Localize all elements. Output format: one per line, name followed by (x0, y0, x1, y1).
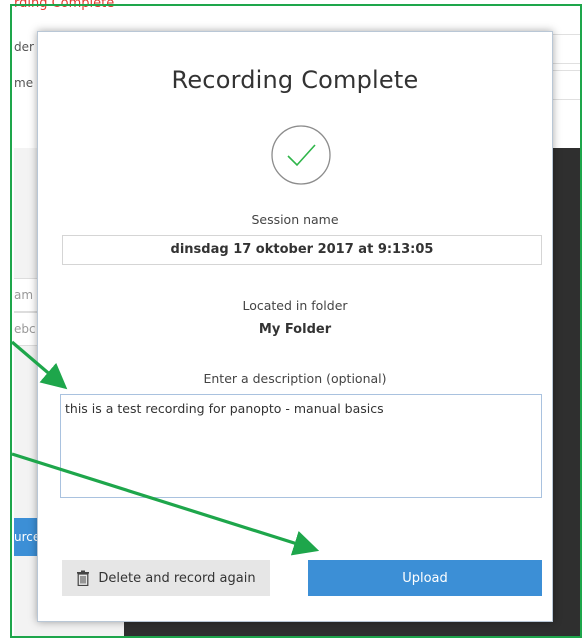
folder-name: My Folder (258, 322, 332, 337)
background-window-title: rding Complete (14, 0, 115, 11)
dialog-title: Recording Complete (171, 66, 419, 94)
description-input[interactable] (60, 394, 542, 498)
description-label: Enter a description (optional) (203, 371, 387, 386)
recording-complete-dialog: Recording Complete Session name dinsdag … (37, 31, 553, 622)
checkmark-circle-icon (271, 125, 331, 185)
folder-label: Located in folder (242, 298, 348, 313)
delete-button-label: Delete and record again (98, 570, 256, 586)
session-name-label: Session name (251, 212, 339, 227)
background-field-label-name: me (14, 76, 34, 90)
session-name-field[interactable]: dinsdag 17 oktober 2017 at 9:13:05 (62, 235, 542, 265)
delete-and-record-again-button[interactable]: Delete and record again (62, 560, 270, 596)
background-field-label-folder: der (14, 40, 34, 54)
upload-button[interactable]: Upload (308, 560, 542, 596)
trash-icon (77, 570, 90, 586)
